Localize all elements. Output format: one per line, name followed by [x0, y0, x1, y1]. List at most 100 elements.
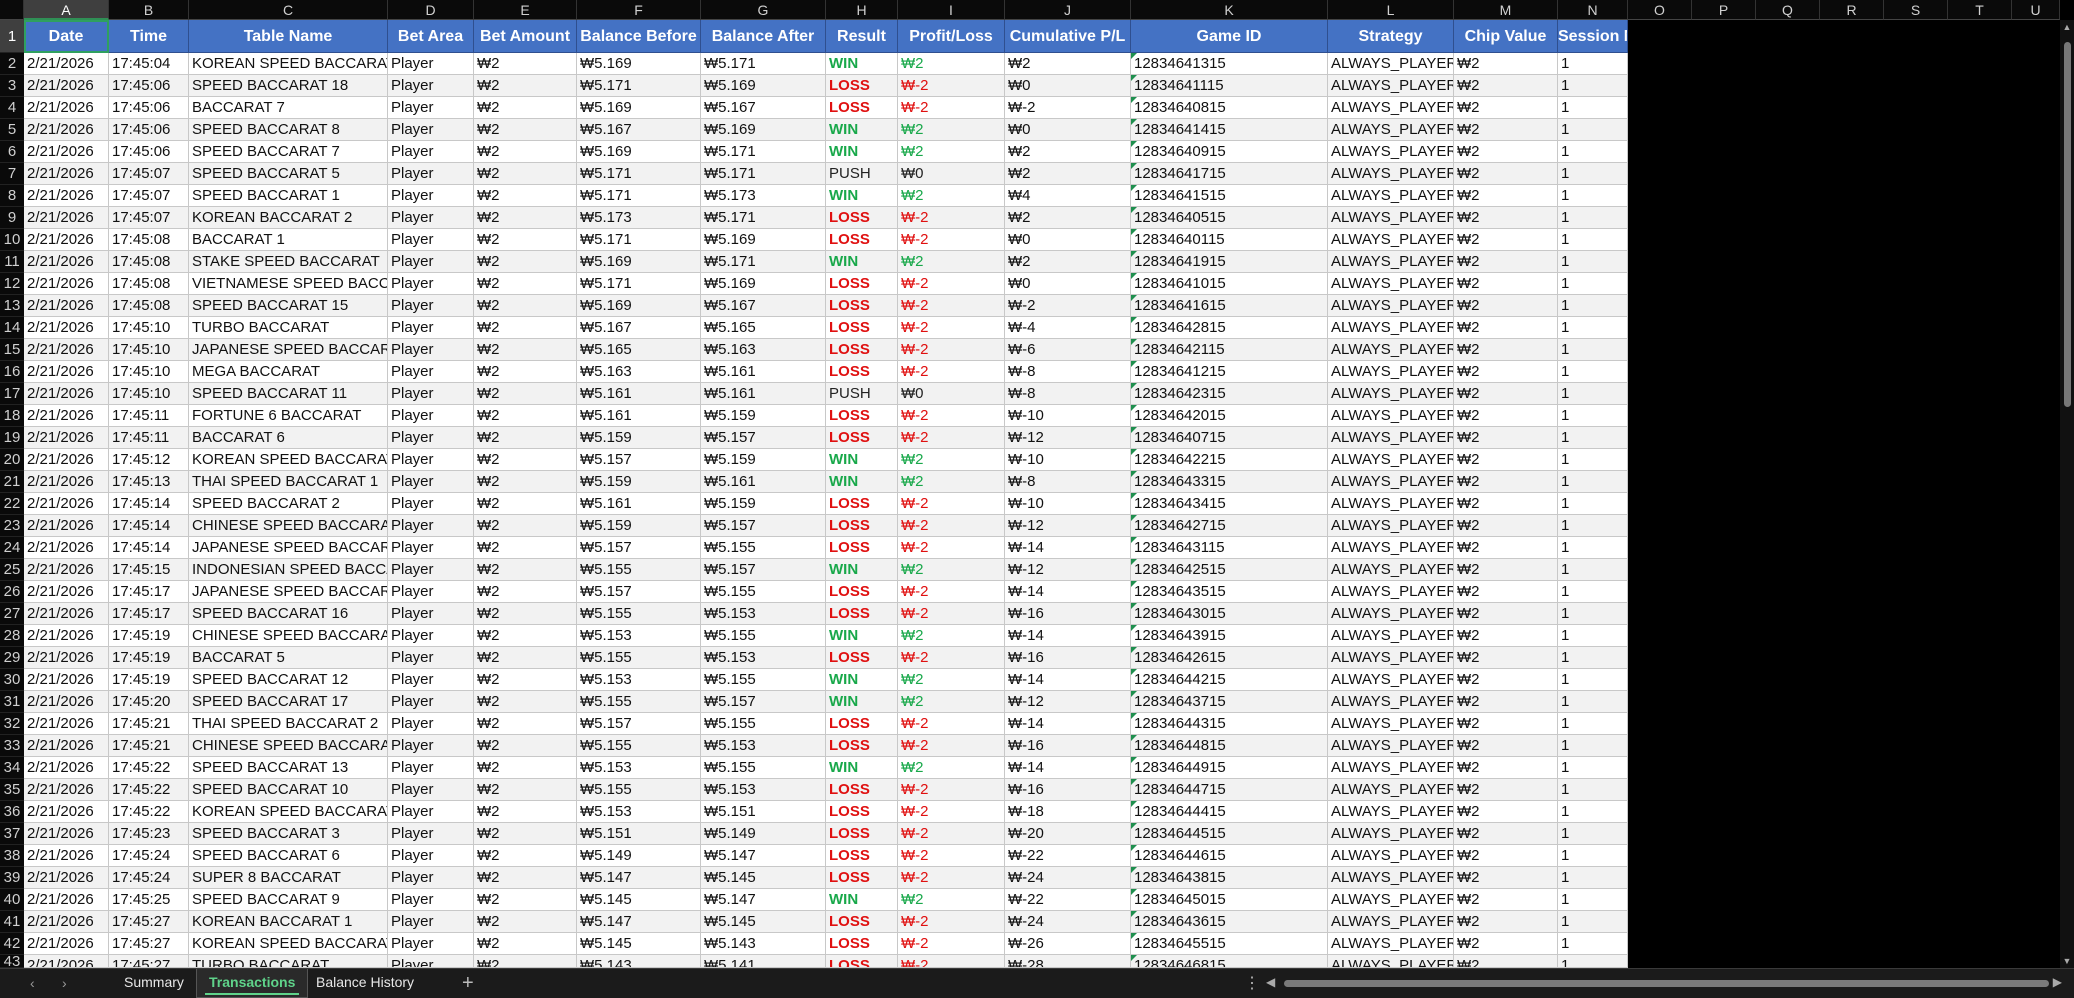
table-cell[interactable]: 2/21/2026	[24, 581, 109, 603]
table-cell[interactable]: 12834642315	[1131, 383, 1328, 405]
table-cell[interactable]: ₩-16	[1005, 779, 1131, 801]
column-header-s[interactable]: S	[1884, 0, 1948, 20]
table-cell[interactable]: 2/21/2026	[24, 867, 109, 889]
table-cell[interactable]: 1	[1558, 251, 1628, 273]
header-cell[interactable]: Bet Area	[388, 20, 474, 53]
table-cell[interactable]: 1	[1558, 515, 1628, 537]
table-cell[interactable]: ₩2	[474, 361, 577, 383]
table-cell[interactable]: ALWAYS_PLAYER	[1328, 933, 1454, 955]
table-cell[interactable]: ₩0	[1005, 229, 1131, 251]
table-cell[interactable]: 17:45:10	[109, 317, 189, 339]
table-cell[interactable]: ALWAYS_PLAYER	[1328, 405, 1454, 427]
table-cell[interactable]: ₩5.161	[701, 471, 826, 493]
table-cell[interactable]: ₩5.153	[577, 669, 701, 691]
table-cell[interactable]: ₩-2	[898, 845, 1005, 867]
column-header-k[interactable]: K	[1131, 0, 1328, 20]
header-cell[interactable]: Session No	[1558, 20, 1628, 53]
table-cell[interactable]: ₩-20	[1005, 823, 1131, 845]
table-cell[interactable]: ₩5.167	[577, 119, 701, 141]
column-header-d[interactable]: D	[388, 0, 474, 20]
row-header[interactable]: 39	[0, 867, 24, 889]
table-cell[interactable]: ₩5.155	[701, 537, 826, 559]
table-cell[interactable]: ₩5.171	[701, 141, 826, 163]
table-cell[interactable]: Player	[388, 669, 474, 691]
header-cell[interactable]: Table Name	[189, 20, 388, 53]
table-cell[interactable]: ₩5.169	[701, 75, 826, 97]
table-cell[interactable]: ₩5.171	[577, 229, 701, 251]
table-cell[interactable]: 12834646815	[1131, 955, 1328, 968]
column-header-t[interactable]: T	[1948, 0, 2012, 20]
table-cell[interactable]: WIN	[826, 185, 898, 207]
table-cell[interactable]: 12834643015	[1131, 603, 1328, 625]
table-cell[interactable]: ₩5.171	[577, 273, 701, 295]
table-cell[interactable]: ₩-2	[898, 581, 1005, 603]
table-cell[interactable]: ₩2	[474, 273, 577, 295]
table-cell[interactable]: SPEED BACCARAT 10	[189, 779, 388, 801]
table-cell[interactable]: Player	[388, 185, 474, 207]
table-cell[interactable]: Player	[388, 559, 474, 581]
table-cell[interactable]: SPEED BACCARAT 8	[189, 119, 388, 141]
table-cell[interactable]: 2/21/2026	[24, 515, 109, 537]
table-cell[interactable]: ₩5.173	[701, 185, 826, 207]
table-cell[interactable]: ₩2	[474, 185, 577, 207]
table-cell[interactable]: SPEED BACCARAT 17	[189, 691, 388, 713]
row-header[interactable]: 7	[0, 163, 24, 185]
table-cell[interactable]: 17:45:19	[109, 625, 189, 647]
table-cell[interactable]: 2/21/2026	[24, 735, 109, 757]
chevron-right-icon[interactable]: ›	[62, 975, 67, 991]
table-cell[interactable]: WIN	[826, 449, 898, 471]
table-cell[interactable]: 1	[1558, 867, 1628, 889]
table-cell[interactable]: 12834645015	[1131, 889, 1328, 911]
row-header[interactable]: 2	[0, 53, 24, 75]
table-cell[interactable]: ₩0	[1005, 119, 1131, 141]
table-cell[interactable]: ₩2	[474, 625, 577, 647]
table-cell[interactable]: ₩-2	[898, 823, 1005, 845]
table-cell[interactable]: 2/21/2026	[24, 75, 109, 97]
table-cell[interactable]: ALWAYS_PLAYER	[1328, 801, 1454, 823]
table-cell[interactable]: Player	[388, 449, 474, 471]
table-cell[interactable]: ₩2	[1454, 867, 1558, 889]
table-cell[interactable]: ₩5.165	[577, 339, 701, 361]
table-cell[interactable]: ₩-2	[898, 735, 1005, 757]
table-cell[interactable]: Player	[388, 691, 474, 713]
column-header-f[interactable]: F	[577, 0, 701, 20]
table-cell[interactable]: 12834641215	[1131, 361, 1328, 383]
table-cell[interactable]: ₩2	[1454, 141, 1558, 163]
add-sheet-button[interactable]: +	[462, 972, 474, 995]
table-cell[interactable]: ₩2	[474, 845, 577, 867]
table-cell[interactable]: 2/21/2026	[24, 471, 109, 493]
table-cell[interactable]: ₩5.157	[701, 691, 826, 713]
table-cell[interactable]: ₩5.165	[701, 317, 826, 339]
table-cell[interactable]: ₩2	[474, 449, 577, 471]
table-cell[interactable]: 12834641615	[1131, 295, 1328, 317]
table-cell[interactable]: ₩2	[1454, 779, 1558, 801]
table-cell[interactable]: Player	[388, 273, 474, 295]
header-cell[interactable]: Balance After	[701, 20, 826, 53]
table-cell[interactable]: 17:45:06	[109, 75, 189, 97]
table-cell[interactable]: LOSS	[826, 845, 898, 867]
column-header-b[interactable]: B	[109, 0, 189, 20]
table-cell[interactable]: 2/21/2026	[24, 273, 109, 295]
table-cell[interactable]: 12834640915	[1131, 141, 1328, 163]
row-header[interactable]: 9	[0, 207, 24, 229]
table-cell[interactable]: ₩2	[474, 97, 577, 119]
table-cell[interactable]: ₩2	[1454, 823, 1558, 845]
table-cell[interactable]: 17:45:08	[109, 273, 189, 295]
table-cell[interactable]: 1	[1558, 405, 1628, 427]
spreadsheet-grid[interactable]: ABCDEFGHIJKLMNOPQRSTU 1 2 3 4 5 6 7 8 9 10 11 12 13 1…	[0, 0, 2074, 998]
table-cell[interactable]: ₩2	[474, 427, 577, 449]
table-cell[interactable]: 12834642115	[1131, 339, 1328, 361]
table-cell[interactable]: 17:45:27	[109, 933, 189, 955]
table-cell[interactable]: ₩5.163	[701, 339, 826, 361]
table-cell[interactable]: ₩2	[1454, 317, 1558, 339]
table-cell[interactable]: ₩-10	[1005, 449, 1131, 471]
table-cell[interactable]: ALWAYS_PLAYER	[1328, 691, 1454, 713]
row-header[interactable]: 14	[0, 317, 24, 339]
table-cell[interactable]: ALWAYS_PLAYER	[1328, 603, 1454, 625]
table-cell[interactable]: ALWAYS_PLAYER	[1328, 427, 1454, 449]
row-header[interactable]: 29	[0, 647, 24, 669]
table-cell[interactable]: ALWAYS_PLAYER	[1328, 713, 1454, 735]
table-cell[interactable]: ₩2	[1454, 735, 1558, 757]
table-cell[interactable]: 2/21/2026	[24, 163, 109, 185]
table-cell[interactable]: ALWAYS_PLAYER	[1328, 119, 1454, 141]
